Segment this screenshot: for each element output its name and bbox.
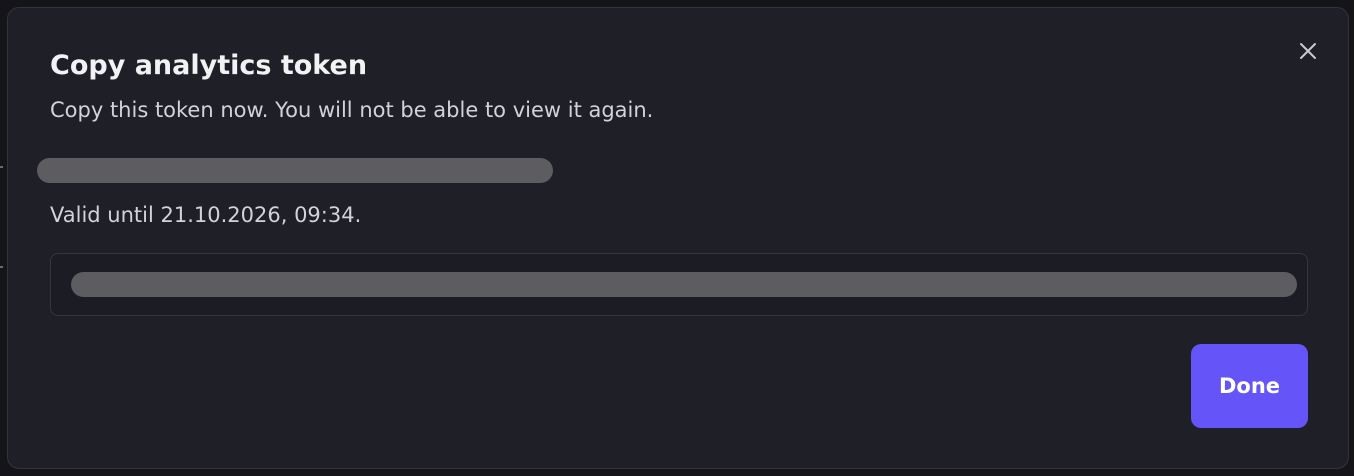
backdrop-mark — [0, 266, 3, 268]
valid-until-text: Valid until 21.10.2026, 09:34. — [50, 203, 362, 227]
redacted-token-name — [37, 158, 553, 183]
done-button[interactable]: Done — [1191, 344, 1308, 428]
close-icon — [1300, 43, 1316, 59]
close-button[interactable] — [1295, 38, 1321, 64]
redacted-token-value — [71, 272, 1297, 297]
dialog-subtitle: Copy this token now. You will not be abl… — [50, 98, 654, 122]
dialog-title: Copy analytics token — [50, 50, 368, 81]
token-value-field[interactable] — [50, 253, 1308, 316]
backdrop-mark — [0, 166, 3, 168]
copy-token-dialog: Copy analytics token Copy this token now… — [7, 7, 1349, 469]
